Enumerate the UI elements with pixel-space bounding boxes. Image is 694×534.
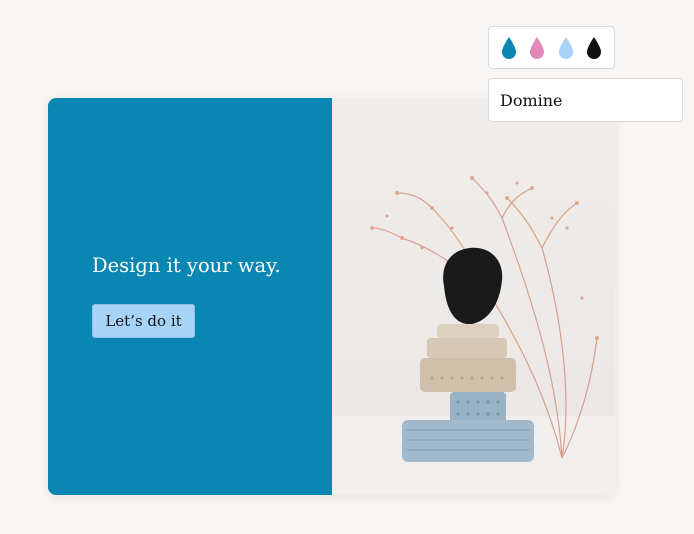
pink-drop-icon[interactable] bbox=[527, 36, 547, 60]
color-swatch-bar bbox=[488, 26, 615, 69]
black-drop-icon[interactable] bbox=[584, 36, 604, 60]
font-selector[interactable]: Domine bbox=[488, 78, 683, 122]
hero-photo bbox=[332, 98, 615, 495]
hero-color-panel: Design it your way. Let’s do it bbox=[48, 98, 332, 495]
light-blue-drop-icon[interactable] bbox=[556, 36, 576, 60]
cta-button[interactable]: Let’s do it bbox=[92, 304, 195, 338]
teal-drop-icon[interactable] bbox=[499, 36, 519, 60]
hero-card: Design it your way. Let’s do it bbox=[48, 98, 615, 495]
hero-tagline: Design it your way. bbox=[92, 254, 281, 277]
